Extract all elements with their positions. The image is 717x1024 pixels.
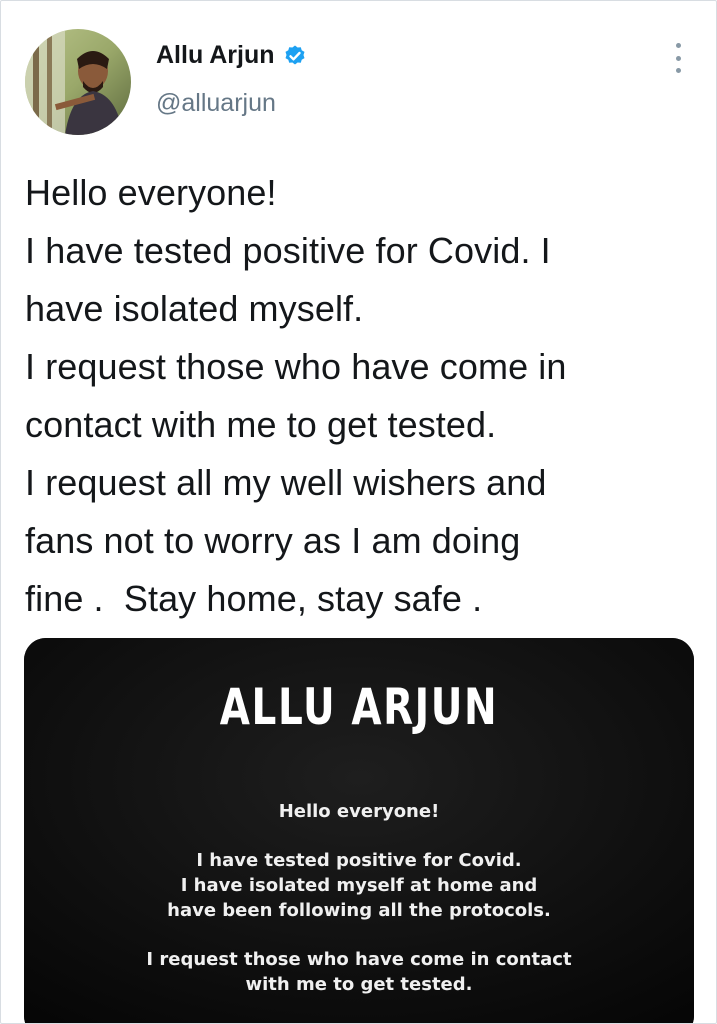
more-vertical-icon[interactable] xyxy=(669,43,687,73)
tweet-line: I request all my well wishers and xyxy=(25,462,547,503)
verified-badge-icon xyxy=(283,44,307,68)
media-line: have been following all the protocols. xyxy=(167,900,551,921)
tweet-line: I have tested positive for Covid. I xyxy=(25,230,551,271)
tweet-line: I request those who have come in xyxy=(25,346,567,387)
tweet-line: Hello everyone! xyxy=(25,172,277,213)
media-line: Hello everyone! xyxy=(278,801,440,822)
tweet-text: Hello everyone! I have tested positive fo… xyxy=(25,164,705,628)
media-line: I have tested positive for Covid. xyxy=(196,850,522,871)
avatar[interactable] xyxy=(25,29,131,135)
user-handle[interactable]: @alluarjun xyxy=(156,89,276,118)
tweet-line: contact with me to get tested. xyxy=(25,404,497,445)
media-line: I request those who have come in contact xyxy=(146,949,572,970)
display-name[interactable]: Allu Arjun xyxy=(156,41,275,70)
media-line: with me to get tested. xyxy=(245,974,473,995)
tweet-card: Allu Arjun @alluarjun Hello everyone! I h… xyxy=(0,0,717,1024)
tweet-line: fine . Stay home, stay safe . xyxy=(25,578,483,619)
avatar-photo xyxy=(25,29,131,135)
media-title: ALLU ARJUN xyxy=(219,678,499,736)
tweet-line: have isolated myself. xyxy=(25,288,364,329)
media-line: I have isolated myself at home and xyxy=(180,875,538,896)
author-name-row[interactable]: Allu Arjun xyxy=(156,41,307,70)
tweet-media-image[interactable]: ALLU ARJUN Hello everyone! I have tested… xyxy=(24,638,694,1023)
tweet-line: fans not to worry as I am doing xyxy=(25,520,521,561)
